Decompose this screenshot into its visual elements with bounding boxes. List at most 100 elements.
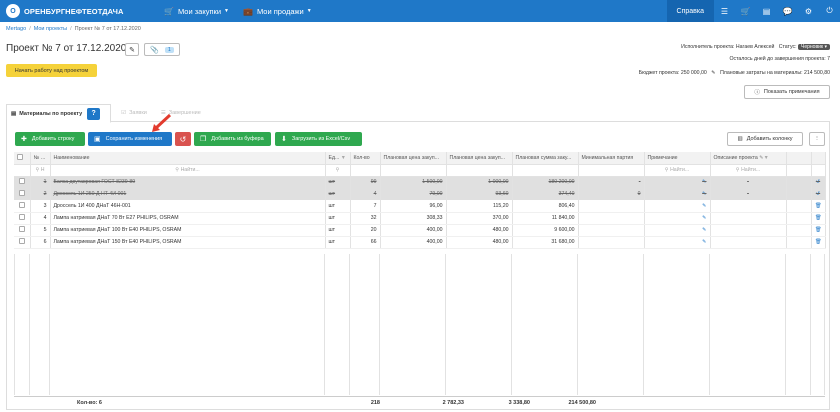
cell-min-batch[interactable]	[578, 236, 645, 249]
cell-name[interactable]: Лампа натриевая ДНаТ 150 Вт Е40 PHILIPS,…	[50, 236, 326, 249]
cell-qty[interactable]: 99	[350, 176, 381, 188]
row-checkbox[interactable]	[18, 178, 25, 185]
cell-plan-price-1[interactable]: 96,00	[380, 200, 447, 213]
row-checkbox[interactable]	[18, 238, 25, 244]
pencil-icon[interactable]: ✎	[711, 70, 715, 76]
list-icon[interactable]: ☰	[714, 0, 735, 22]
row-checkbox[interactable]	[18, 226, 25, 232]
filter-description[interactable]: ⚲ Найти...	[710, 164, 787, 177]
nav-my-purchases[interactable]: 🛒 Мои закупки ▼	[164, 7, 229, 16]
cell-plan-sum[interactable]: 180 200,00	[512, 176, 579, 188]
cell-plan-price-1[interactable]: 400,00	[380, 224, 447, 237]
cell-plan-sum[interactable]: 9 600,00	[512, 224, 579, 237]
table-row[interactable]: 4 Лампа натриевая ДНаТ 70 Вт Е27 PHILIPS,…	[14, 212, 826, 225]
cell-number[interactable]: 4	[30, 212, 51, 225]
cell-plan-price-1[interactable]: 79,00	[380, 188, 447, 200]
table-row[interactable]: 5 Лампа натриевая ДНаТ 100 Вт Е40 PHILIPS…	[14, 224, 826, 237]
pencil-icon[interactable]: ✎	[702, 239, 706, 245]
table-row[interactable]: 2 Дроссель 1И 250 Д НТ 4И-001 шт 4 79,00 93,6…	[14, 188, 826, 200]
cell-description[interactable]	[710, 236, 787, 249]
attachments-button[interactable]: 📎 1	[144, 43, 180, 56]
cell-name[interactable]: Лампа натриевая ДНаТ 70 Вт Е27 PHILIPS, …	[50, 212, 326, 225]
cell-number[interactable]: 6	[30, 236, 51, 249]
trash-icon[interactable]: 🗑	[815, 215, 822, 221]
restore-icon[interactable]: ↺	[816, 191, 820, 197]
col-header-name[interactable]: Наименование	[50, 152, 326, 165]
cell-name[interactable]: Дроссель 1И 400 ДНаТ 46Н-001	[50, 200, 326, 213]
undo-button[interactable]: ↺	[175, 132, 191, 146]
cell-number[interactable]: 5	[30, 224, 51, 237]
cell-description[interactable]	[710, 224, 787, 237]
cell-unit[interactable]: шт	[325, 212, 351, 225]
filter-icon[interactable]: ▼	[341, 155, 346, 161]
col-header-unit[interactable]: Ед... ▼	[325, 152, 351, 165]
table-row[interactable]: 1 Балка двутавровая ГОСТ 8239-89 шт 99 1 500…	[14, 176, 826, 188]
trash-icon[interactable]: 🗑	[815, 203, 822, 209]
pencil-icon[interactable]: ✎	[702, 203, 706, 209]
cart-icon[interactable]: 🛒	[735, 0, 756, 22]
select-all-checkbox[interactable]	[14, 152, 31, 165]
cell-plan-sum[interactable]: 31 680,00	[512, 236, 579, 249]
trash-icon[interactable]: 🗑	[815, 239, 822, 245]
show-notes-button[interactable]: ⓘ Показать примечания	[744, 85, 830, 99]
cell-min-batch[interactable]: 0	[578, 188, 645, 200]
status-dropdown[interactable]: Черновик ▾	[798, 44, 830, 50]
help-badge[interactable]: ?	[87, 107, 101, 120]
cell-plan-price-1[interactable]: 1 500,00	[380, 176, 447, 188]
cell-description[interactable]: -	[710, 176, 787, 188]
pencil-icon[interactable]: ✎	[702, 179, 706, 185]
cell-plan-price-1[interactable]: 308,33	[380, 212, 447, 225]
cell-qty[interactable]: 32	[350, 212, 381, 225]
cell-plan-sum[interactable]: 11 840,00	[512, 212, 579, 225]
cell-plan-price-2[interactable]: 93,60	[446, 188, 513, 200]
filter-unit[interactable]: ⚲	[325, 164, 351, 177]
cell-number[interactable]: 1	[30, 176, 51, 188]
start-project-button[interactable]: Начать работу над проектом	[6, 64, 97, 77]
cell-min-batch[interactable]: -	[578, 176, 645, 188]
pencil-icon[interactable]: ✎	[702, 191, 706, 197]
cell-qty[interactable]: 7	[350, 200, 381, 213]
chat-icon[interactable]: 💬	[777, 0, 798, 22]
gear-icon[interactable]: ⚙	[798, 0, 819, 22]
cell-plan-price-2[interactable]: 480,00	[446, 224, 513, 237]
cell-plan-sum[interactable]: 374,40	[512, 188, 579, 200]
cell-unit[interactable]: шт	[325, 200, 351, 213]
filter-note[interactable]: ⚲ Найти...	[644, 164, 711, 177]
cell-qty[interactable]: 4	[350, 188, 381, 200]
col-header-min-batch[interactable]: Минимальная партия	[578, 152, 645, 165]
col-header-plan-price-1[interactable]: Плановая цена закуп...	[380, 152, 447, 165]
cell-unit[interactable]: шт	[325, 176, 351, 188]
col-header-qty[interactable]: Кол-во	[350, 152, 381, 165]
col-header-number[interactable]: № п/п	[30, 152, 51, 165]
cell-plan-price-2[interactable]: 1 000,00	[446, 176, 513, 188]
cell-description[interactable]	[710, 212, 787, 225]
col-header-description[interactable]: Описание проекта ✎▼	[710, 152, 787, 165]
filter-number[interactable]: ⚲ Н	[30, 164, 51, 177]
more-menu-button[interactable]: ⋮	[809, 132, 825, 146]
save-changes-button[interactable]: ▣ Сохранить изменения	[88, 132, 172, 146]
cell-min-batch[interactable]	[578, 200, 645, 213]
restore-icon[interactable]: ↺	[816, 179, 820, 185]
cell-number[interactable]: 3	[30, 200, 51, 213]
tab-materials[interactable]: ▤ Материалы по проекту ?	[6, 104, 112, 123]
cell-min-batch[interactable]	[578, 212, 645, 225]
cell-name[interactable]: Балка двутавровая ГОСТ 8239-89	[50, 176, 326, 188]
col-header-note[interactable]: Примечание	[644, 152, 711, 165]
pencil-icon[interactable]: ✎	[702, 215, 706, 221]
cell-plan-price-1[interactable]: 400,00	[380, 236, 447, 249]
cell-plan-sum[interactable]: 806,40	[512, 200, 579, 213]
cell-unit[interactable]: шт	[325, 224, 351, 237]
cell-qty[interactable]: 66	[350, 236, 381, 249]
edit-button[interactable]: ✎	[125, 43, 139, 56]
cell-name[interactable]: Дроссель 1И 250 Д НТ 4И-001	[50, 188, 326, 200]
cell-qty[interactable]: 20	[350, 224, 381, 237]
cell-number[interactable]: 2	[30, 188, 51, 200]
pencil-icon[interactable]: ✎	[702, 227, 706, 233]
breadcrumb-root[interactable]: Mertago	[6, 26, 26, 32]
col-header-plan-sum[interactable]: Плановая сумма заку...	[512, 152, 579, 165]
cell-unit[interactable]: шт	[325, 188, 351, 200]
table-row[interactable]: 6 Лампа натриевая ДНаТ 150 Вт Е40 PHILIPS…	[14, 236, 826, 249]
breadcrumb-projects[interactable]: Мои проекты	[34, 26, 67, 32]
row-checkbox[interactable]	[18, 214, 25, 220]
add-row-button[interactable]: ✚ Добавить строку	[15, 132, 85, 146]
